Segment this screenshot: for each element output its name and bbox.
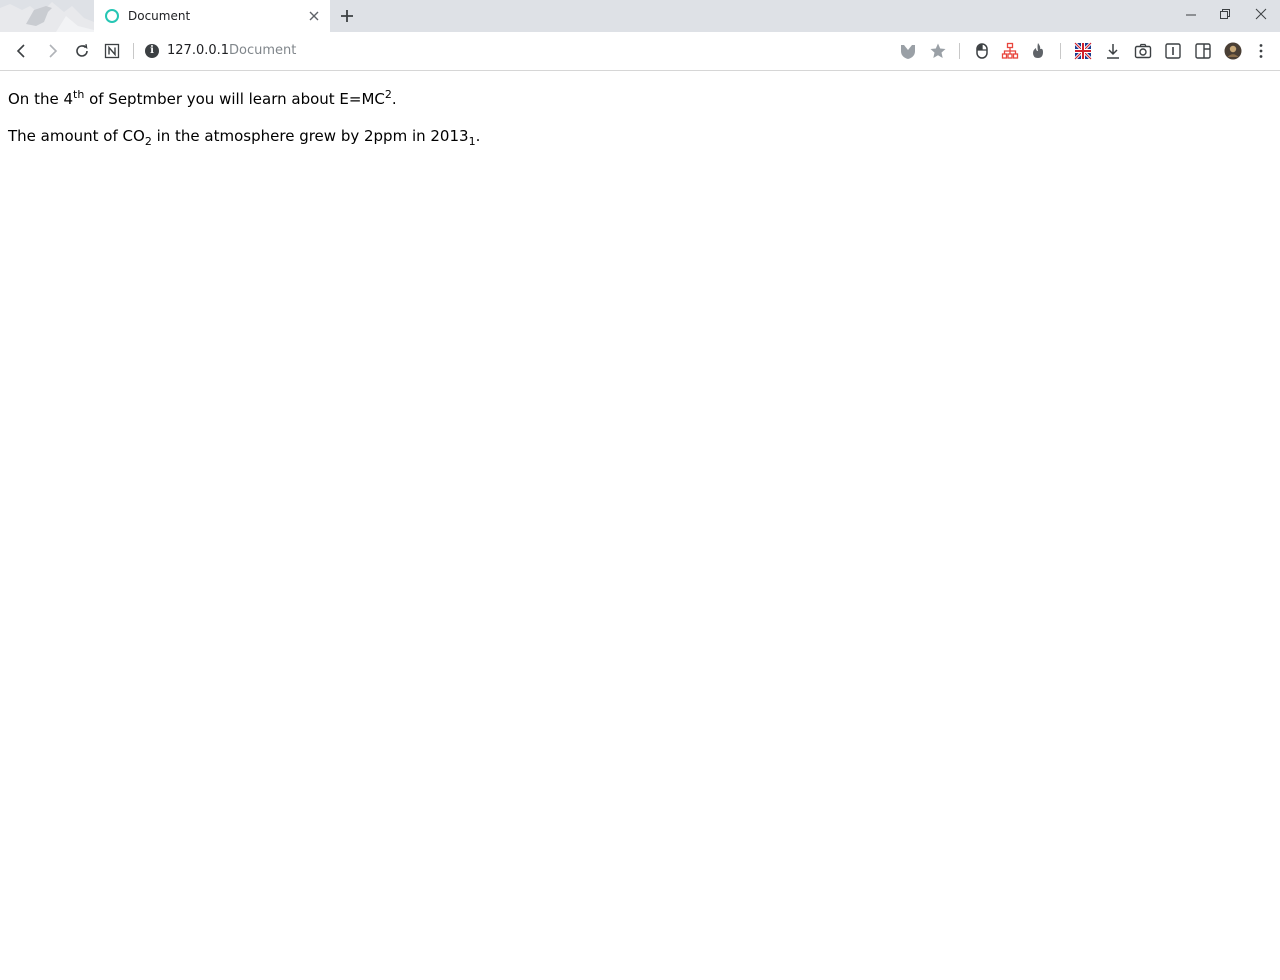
reader-mode-icon[interactable]: [1164, 42, 1182, 60]
reload-icon[interactable]: [71, 40, 93, 62]
forward-arrow-icon[interactable]: [41, 40, 63, 62]
window-close-icon[interactable]: [1249, 4, 1273, 24]
mouse-icon[interactable]: [973, 42, 991, 60]
exponent-superscript: 2: [384, 88, 392, 101]
toolbar-divider: [133, 43, 134, 59]
inactive-tab[interactable]: [0, 0, 94, 32]
n-box-icon[interactable]: [101, 40, 123, 62]
tab-thumbnail-icon: [0, 2, 94, 32]
url-host[interactable]: 127.0.0.1: [167, 42, 229, 60]
line2-after: .: [475, 127, 481, 145]
sitemap-icon[interactable]: [1001, 42, 1019, 60]
profile-avatar-icon[interactable]: [1224, 42, 1242, 60]
line1-after: .: [391, 90, 397, 108]
back-arrow-icon[interactable]: [11, 40, 33, 62]
line1-middle: of Septmber you will learn about E=MC: [84, 90, 385, 108]
toolbar-divider: [1060, 43, 1061, 59]
chemical-subscript: 2: [144, 135, 152, 148]
footnote-subscript: 1: [468, 135, 476, 148]
page-content: On the 4th of Septmber you will learn ab…: [8, 88, 1272, 162]
favicon-ring-icon: [105, 9, 119, 23]
flag-translate-icon[interactable]: [1074, 42, 1092, 60]
star-icon[interactable]: [929, 42, 947, 60]
download-icon[interactable]: [1104, 42, 1122, 60]
flame-icon[interactable]: [1029, 42, 1047, 60]
side-panel-icon[interactable]: [1194, 42, 1212, 60]
restore-icon[interactable]: [1213, 4, 1237, 24]
minimize-icon[interactable]: [1179, 4, 1203, 24]
toolbar-divider: [959, 43, 960, 59]
tab-close-icon[interactable]: [306, 8, 322, 24]
browser-toolbar: i 127.0.0.1 Document: [0, 32, 1280, 71]
tab-strip: Document: [0, 0, 1280, 32]
url-page-title[interactable]: Document: [229, 42, 296, 60]
paragraph-superscript: On the 4th of Septmber you will learn ab…: [8, 88, 1272, 110]
camera-icon[interactable]: [1134, 42, 1152, 60]
tab-title: Document: [128, 9, 191, 23]
info-icon[interactable]: i: [145, 44, 159, 58]
shield-icon[interactable]: [899, 42, 917, 60]
new-tab-icon[interactable]: [338, 7, 356, 25]
paragraph-subscript: The amount of CO2 in the atmosphere grew…: [8, 125, 1272, 147]
line2-before: The amount of CO: [8, 127, 145, 145]
active-tab[interactable]: Document: [94, 0, 330, 32]
line1-before: On the 4: [8, 90, 74, 108]
line2-middle: in the atmosphere grew by 2ppm in 2013: [151, 127, 469, 145]
kebab-menu-icon[interactable]: [1252, 42, 1270, 60]
ordinal-superscript: th: [73, 88, 85, 101]
